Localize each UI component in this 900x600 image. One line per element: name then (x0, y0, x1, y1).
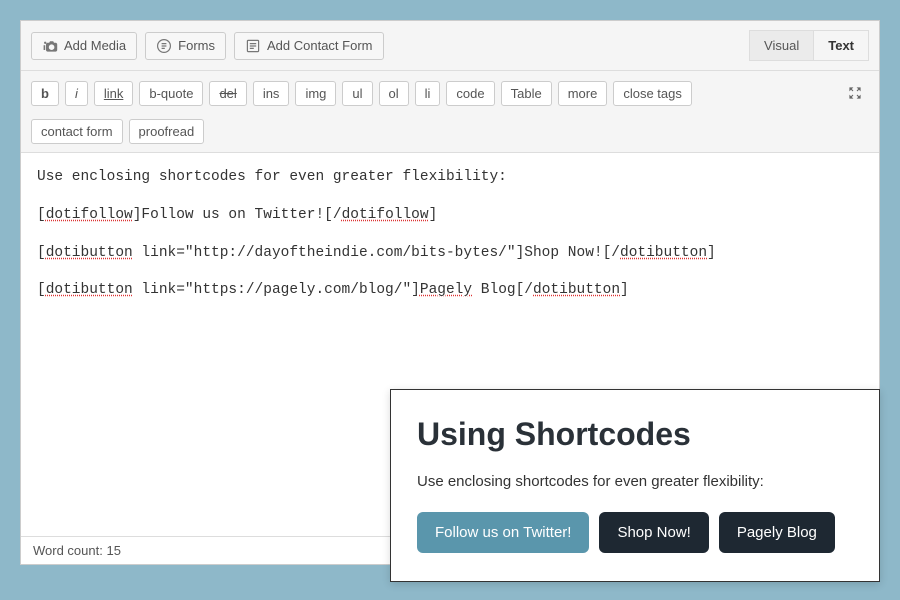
preview-follow-button[interactable]: Follow us on Twitter! (417, 512, 589, 553)
preview-subtitle: Use enclosing shortcodes for even greate… (417, 473, 853, 490)
preview-panel: Using Shortcodes Use enclosing shortcode… (390, 389, 880, 582)
preview-title: Using Shortcodes (417, 416, 853, 453)
preview-blog-button[interactable]: Pagely Blog (719, 512, 835, 553)
add-media-button[interactable]: Add Media (31, 32, 137, 60)
format-more-button[interactable]: more (558, 81, 608, 106)
add-media-label: Add Media (64, 38, 126, 53)
content-line-1: Use enclosing shortcodes for even greate… (37, 167, 863, 189)
content-line-4: [dotibutton link="https://pagely.com/blo… (37, 280, 863, 302)
preview-button-row: Follow us on Twitter! Shop Now! Pagely B… (417, 512, 853, 553)
forms-label: Forms (178, 38, 215, 53)
preview-shop-button[interactable]: Shop Now! (599, 512, 708, 553)
tab-text[interactable]: Text (814, 30, 869, 61)
format-bold-button[interactable]: b (31, 81, 59, 106)
format-li-button[interactable]: li (415, 81, 441, 106)
format-ins-button[interactable]: ins (253, 81, 290, 106)
format-code-button[interactable]: code (446, 81, 494, 106)
tab-visual[interactable]: Visual (749, 30, 814, 61)
format-bquote-button[interactable]: b-quote (139, 81, 203, 106)
format-toolbar: b i link b-quote del ins img ul ol li co… (21, 71, 879, 153)
format-contact-form-button[interactable]: contact form (31, 119, 123, 144)
format-link-button[interactable]: link (94, 81, 134, 106)
format-ul-button[interactable]: ul (342, 81, 372, 106)
word-count-value: 15 (106, 543, 120, 558)
camera-icon (42, 38, 58, 54)
format-img-button[interactable]: img (295, 81, 336, 106)
add-contact-form-button[interactable]: Add Contact Form (234, 32, 384, 60)
content-line-2: [dotifollow]Follow us on Twitter![/dotif… (37, 205, 863, 227)
format-close-tags-button[interactable]: close tags (613, 81, 692, 106)
format-ol-button[interactable]: ol (379, 81, 409, 106)
editor-mode-tabs: Visual Text (749, 30, 869, 61)
content-line-3: [dotibutton link="http://dayoftheindie.c… (37, 243, 863, 265)
contact-form-icon (245, 38, 261, 54)
format-italic-button[interactable]: i (65, 81, 88, 106)
forms-button[interactable]: Forms (145, 32, 226, 60)
format-table-button[interactable]: Table (501, 81, 552, 106)
fullscreen-icon[interactable] (841, 79, 869, 107)
add-contact-form-label: Add Contact Form (267, 38, 373, 53)
forms-icon (156, 38, 172, 54)
word-count-label: Word count: (33, 543, 106, 558)
format-proofread-button[interactable]: proofread (129, 119, 205, 144)
top-toolbar: Add Media Forms Add Contact Form Visual … (21, 21, 879, 71)
format-del-button[interactable]: del (209, 81, 246, 106)
